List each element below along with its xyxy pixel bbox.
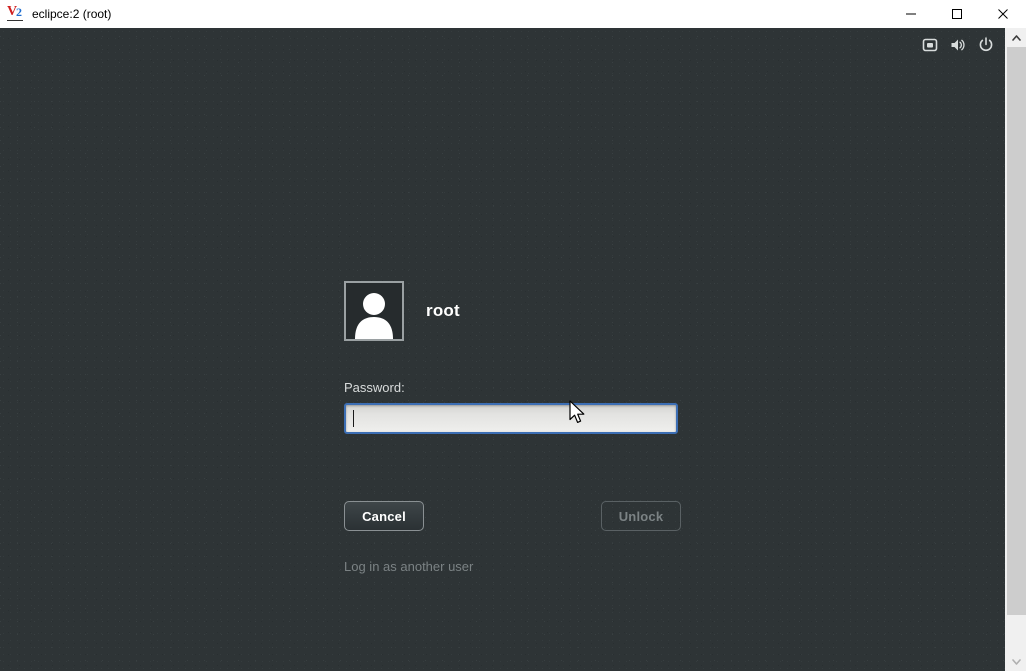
scrollbar-thumb[interactable] (1007, 47, 1026, 615)
cancel-button[interactable]: Cancel (344, 501, 424, 531)
alt-login-link[interactable]: Log in as another user (344, 559, 473, 574)
password-field-wrapper[interactable] (344, 403, 678, 434)
vnc-viewer-icon: V 2 (6, 5, 26, 23)
volume-icon-glyph (951, 39, 965, 51)
window-titlebar: V 2 eclipce:2 (root) (0, 0, 1026, 29)
power-icon-glyph (979, 37, 993, 52)
remote-desktop-view[interactable]: root Password: Cancel Unlock Log in as a… (0, 28, 1005, 671)
vertical-scrollbar[interactable] (1005, 28, 1026, 671)
close-button[interactable] (980, 0, 1026, 28)
gnome-top-panel (919, 32, 997, 58)
display-icon-glyph (922, 38, 938, 52)
avatar (344, 281, 404, 341)
maximize-icon (952, 9, 962, 19)
chevron-up-icon (1012, 34, 1021, 41)
unlock-button[interactable]: Unlock (601, 501, 681, 531)
window-controls (888, 0, 1026, 28)
vnc-icon-underline (7, 20, 23, 21)
vnc-viewer-window: V 2 eclipce:2 (root) root Password: Canc… (0, 0, 1026, 671)
display-icon[interactable] (919, 34, 941, 56)
window-title: eclipce:2 (root) (32, 7, 112, 21)
user-name: root (426, 301, 460, 320)
lock-screen-auth-prompt: root Password: Cancel Unlock Log in as a… (344, 280, 744, 576)
close-icon (998, 9, 1008, 19)
scrollbar-down-button[interactable] (1006, 652, 1026, 671)
chevron-down-icon (1012, 658, 1021, 665)
auth-button-row: Cancel Unlock (344, 501, 681, 531)
scrollbar-up-button[interactable] (1006, 28, 1026, 47)
user-avatar-icon (355, 293, 393, 339)
minimize-icon (906, 13, 916, 15)
vnc-icon-digit: 2 (16, 5, 22, 19)
power-icon[interactable] (975, 34, 997, 56)
password-label: Password: (344, 380, 405, 395)
password-input[interactable] (346, 405, 676, 432)
volume-icon[interactable] (947, 34, 969, 56)
user-row: root (344, 280, 744, 342)
minimize-button[interactable] (888, 0, 934, 28)
maximize-button[interactable] (934, 0, 980, 28)
